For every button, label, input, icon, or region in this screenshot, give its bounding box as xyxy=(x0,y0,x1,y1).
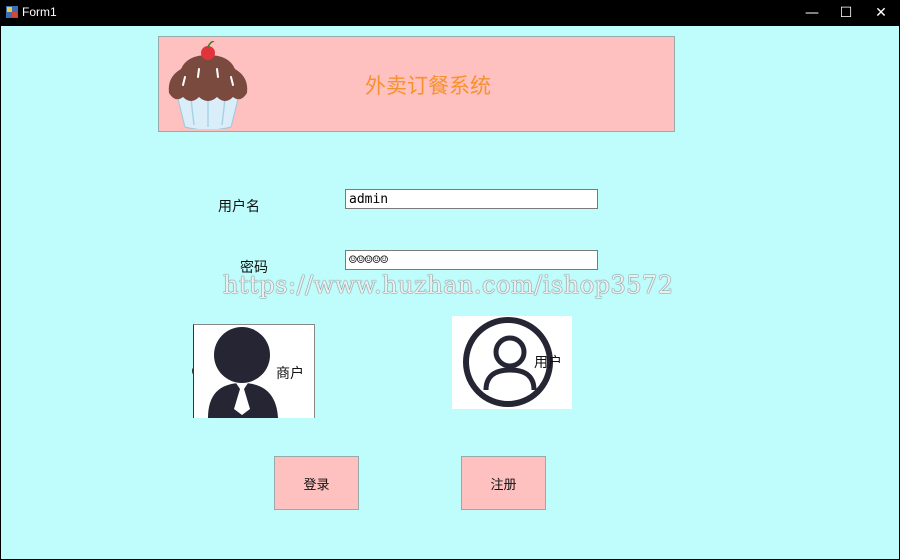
watermark-text: https://www.huzhan.com/ishop3572 xyxy=(223,271,674,299)
password-input[interactable]: ☺☺☺☺☺ xyxy=(345,250,598,270)
window-titlebar[interactable]: Form1 — ☐ ✕ xyxy=(0,0,900,26)
username-input[interactable]: admin xyxy=(345,189,598,209)
merchant-image[interactable]: 商户 xyxy=(193,324,315,418)
cupcake-icon xyxy=(168,41,248,129)
maximize-button[interactable]: ☐ xyxy=(829,0,863,26)
user-image[interactable]: 用户 xyxy=(452,316,572,409)
app-icon xyxy=(6,6,18,18)
header-banner: 外卖订餐系统 xyxy=(158,36,675,132)
merchant-label: 商户 xyxy=(276,366,304,382)
user-label: 用户 xyxy=(534,355,562,371)
register-button[interactable]: 注册 xyxy=(461,456,546,510)
window-title: Form1 xyxy=(22,5,57,19)
username-label: 用户名 xyxy=(218,199,260,215)
form-client-area: 外卖订餐系统 用户名 admin 密码 ☺☺☺☺☺ 商户 用户 登录 注册 ht… xyxy=(1,26,899,559)
close-button[interactable]: ✕ xyxy=(864,0,898,26)
banner-title: 外卖订餐系统 xyxy=(365,74,491,98)
login-button[interactable]: 登录 xyxy=(274,456,359,510)
minimize-button[interactable]: — xyxy=(795,0,829,26)
